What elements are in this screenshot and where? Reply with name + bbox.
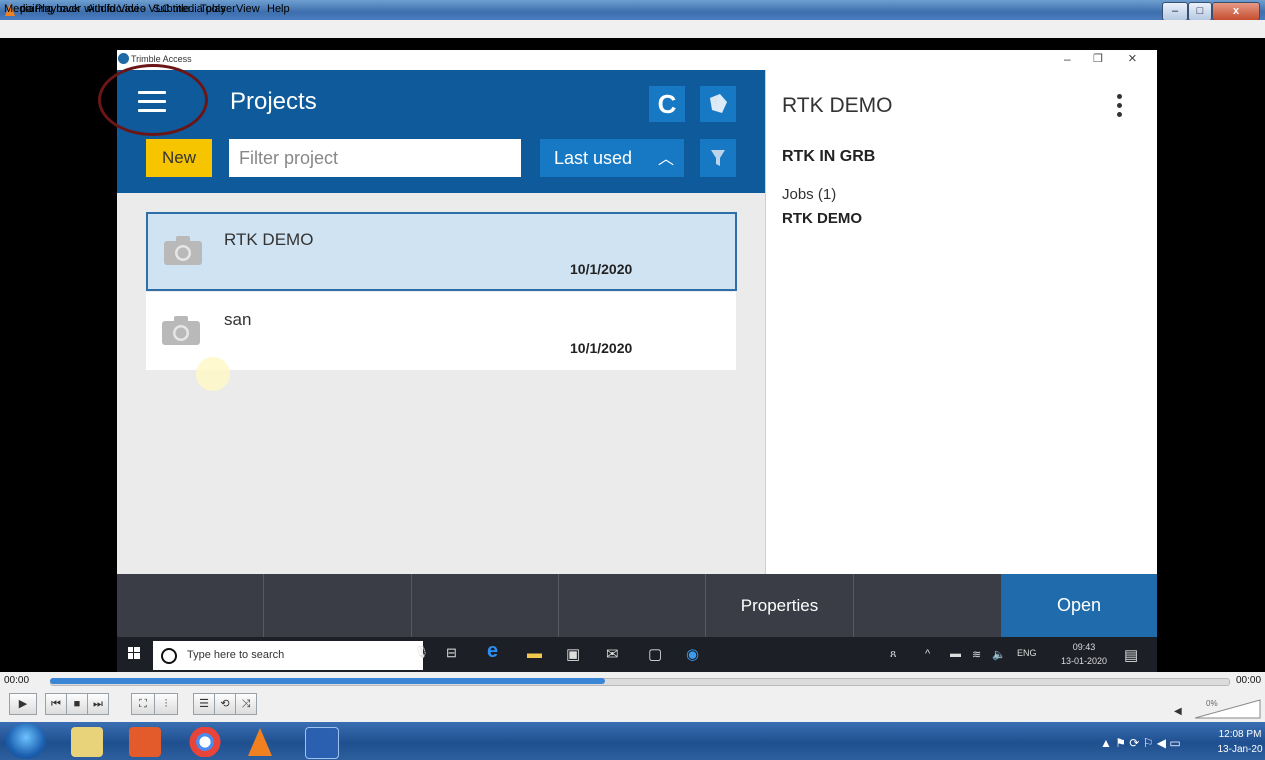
menu-help[interactable]: Help xyxy=(267,3,290,15)
total-time: 00:00 xyxy=(1236,675,1262,686)
minimize-button[interactable]: – xyxy=(1162,2,1188,21)
menu-media[interactable]: Media xyxy=(4,3,34,15)
windows-start-icon[interactable] xyxy=(128,647,140,659)
vlc-menu-bar xyxy=(0,20,1265,38)
touch-indicator xyxy=(196,357,230,391)
annotation-circle xyxy=(98,64,208,136)
bottom-bar-divider xyxy=(263,574,264,637)
system-tray-icons[interactable]: ▲ ⚑ ⟳ ⚐ ◀ ▭ xyxy=(1100,736,1181,750)
jobs-count-label: Jobs (1) xyxy=(782,186,837,203)
trimble-window-title: Trimble Access xyxy=(131,54,192,64)
menu-playback[interactable]: Playback xyxy=(35,3,80,15)
volume-slider[interactable] xyxy=(1195,699,1261,719)
bottom-bar-divider xyxy=(853,574,854,637)
funnel-glyph xyxy=(711,150,725,166)
trimble-minimize-button[interactable]: – xyxy=(1064,52,1071,66)
camera-icon xyxy=(162,316,200,345)
project-name: RTK DEMO xyxy=(224,230,314,249)
open-button[interactable]: Open xyxy=(1001,574,1157,637)
vlc-taskbar-icon[interactable] xyxy=(248,728,272,756)
mail-icon[interactable]: ✉ xyxy=(606,645,619,663)
chevron-up-icon: ︿ xyxy=(658,151,675,168)
edge-icon[interactable]: e xyxy=(487,640,498,663)
project-name: san xyxy=(224,310,252,329)
inner-clock-time: 09:43 xyxy=(1072,642,1096,652)
panel-divider xyxy=(765,70,766,574)
project-row-rtk-demo[interactable]: RTK DEMO 10/1/2020 xyxy=(146,212,737,291)
detail-title: RTK DEMO xyxy=(782,94,893,117)
trimble-connect-icon[interactable] xyxy=(700,86,736,122)
fullscreen-button[interactable]: ⛶ xyxy=(131,693,155,715)
project-detail-panel xyxy=(766,70,1157,574)
new-project-button[interactable]: New xyxy=(146,139,212,177)
page-title: Projects xyxy=(230,88,317,115)
cortana-icon xyxy=(161,648,177,664)
trimble-title-bar xyxy=(117,50,1157,70)
volume-icon[interactable]: 🔈 xyxy=(992,648,1006,661)
properties-button[interactable]: Properties xyxy=(706,574,853,637)
volume-level: 0% xyxy=(1206,699,1218,708)
bottom-bar-divider xyxy=(411,574,412,637)
refresh-icon[interactable]: C xyxy=(649,86,685,122)
taskbar-search-placeholder: Type here to search xyxy=(187,649,285,661)
project-date: 10/1/2020 xyxy=(570,340,633,356)
app-window-icon[interactable]: ▢ xyxy=(648,645,662,663)
close-button[interactable]: x xyxy=(1212,2,1260,21)
word-taskbar-icon[interactable] xyxy=(305,727,339,759)
tray-chevron-icon[interactable]: ^ xyxy=(925,648,930,660)
loop-button[interactable]: ⟲ xyxy=(214,693,236,715)
media-player-taskbar-icon[interactable] xyxy=(129,727,161,757)
menu-video[interactable]: Video xyxy=(118,3,146,15)
network-icon[interactable]: ≋ xyxy=(972,648,981,661)
more-options-icon[interactable] xyxy=(1117,94,1123,118)
microphone-icon[interactable]: 🎙 xyxy=(414,645,429,659)
next-button[interactable]: ⏭ xyxy=(87,693,109,715)
filter-funnel-icon[interactable] xyxy=(700,139,736,177)
language-indicator[interactable]: ENG xyxy=(1017,648,1037,658)
notifications-icon[interactable]: ▤ xyxy=(1124,646,1138,664)
file-explorer-icon[interactable]: ▬ xyxy=(527,645,542,662)
filter-project-input[interactable] xyxy=(229,139,521,177)
trimble-connect-glyph xyxy=(710,94,727,113)
explorer-taskbar-icon[interactable] xyxy=(71,727,103,757)
task-view-icon[interactable]: ⊟ xyxy=(446,645,457,661)
elapsed-time: 00:00 xyxy=(4,675,30,686)
trimble-app-icon[interactable]: ◉ xyxy=(686,645,699,663)
menu-view[interactable]: View xyxy=(236,3,260,15)
playlist-button[interactable]: ☰ xyxy=(193,693,215,715)
store-icon[interactable]: ▣ xyxy=(566,645,580,663)
inner-clock-date: 13-01-2020 xyxy=(1060,656,1108,666)
maximize-button[interactable]: □ xyxy=(1188,2,1212,21)
project-row-san[interactable]: san 10/1/2020 xyxy=(146,292,736,370)
seek-progress xyxy=(50,678,605,684)
system-clock-date: 13-Jan-20 xyxy=(1217,744,1263,755)
start-orb-icon[interactable] xyxy=(6,723,46,759)
previous-button[interactable]: ⏮ xyxy=(45,693,67,715)
battery-icon[interactable]: ▬ xyxy=(950,648,961,660)
bottom-bar-divider xyxy=(558,574,559,637)
trimble-restore-button[interactable]: ❐ xyxy=(1093,52,1103,65)
taskbar-search-box[interactable]: Type here to search xyxy=(153,641,423,670)
job-name[interactable]: RTK DEMO xyxy=(782,210,862,227)
menu-subtitle[interactable]: Subtitle xyxy=(153,3,190,15)
extended-settings-button[interactable]: ⫶ xyxy=(154,693,178,715)
chrome-taskbar-icon[interactable] xyxy=(189,727,221,757)
play-button[interactable]: ▶ xyxy=(9,693,37,715)
menu-tools[interactable]: Tools xyxy=(200,3,226,15)
camera-icon xyxy=(164,236,202,265)
trimble-close-button[interactable]: × xyxy=(1128,50,1137,67)
inner-clock[interactable]: 09:43 13-01-2020 xyxy=(1054,640,1114,668)
sort-dropdown[interactable]: Last used ︿ xyxy=(540,139,684,177)
menu-audio[interactable]: Audio xyxy=(87,3,115,15)
trimble-logo-icon xyxy=(118,53,129,64)
system-clock-time: 12:08 PM xyxy=(1218,729,1262,740)
shuffle-button[interactable]: ⤨ xyxy=(235,693,257,715)
speaker-icon[interactable]: ◀ xyxy=(1174,706,1182,717)
system-clock[interactable]: 12:08 PM 13-Jan-20 xyxy=(1216,727,1264,757)
detail-subtitle: RTK IN GRB xyxy=(782,148,876,165)
project-date: 10/1/2020 xyxy=(570,261,633,277)
people-icon[interactable]: ጸ xyxy=(890,648,896,661)
stop-button[interactable]: ■ xyxy=(66,693,88,715)
sort-label: Last used xyxy=(554,148,633,168)
